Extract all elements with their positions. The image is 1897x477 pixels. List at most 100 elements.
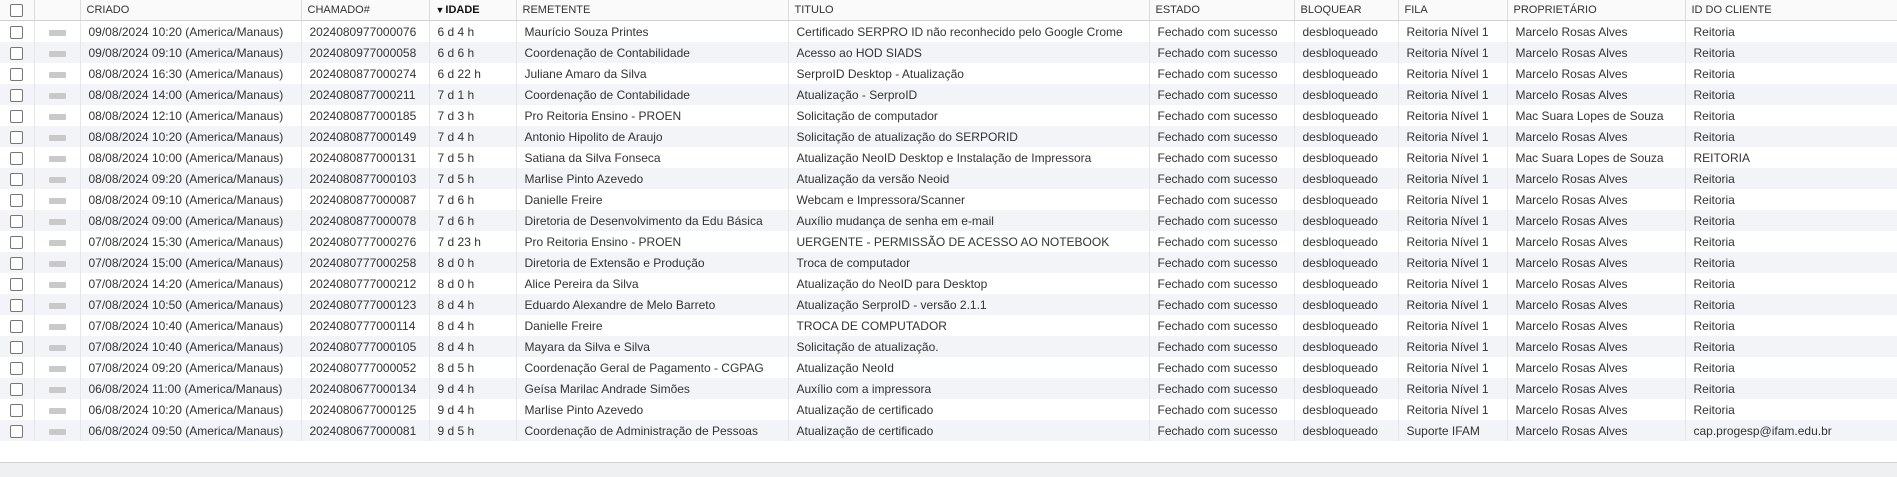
cell-title[interactable]: Solicitação de atualização. [788,336,1150,357]
ticket-priority-icon [48,366,66,373]
cell-title[interactable]: Auxílio com a impressora [788,378,1150,399]
cell-title[interactable]: Atualização da versão Neoid [788,168,1150,189]
row-checkbox[interactable] [10,46,24,60]
cell-ticket-number[interactable]: 2024080877000149 [301,126,430,147]
cell-ticket-number[interactable]: 2024080977000058 [301,42,430,63]
cell-ticket-number[interactable]: 2024080777000258 [301,252,430,273]
cell-ticket-number[interactable]: 2024080877000103 [301,168,430,189]
cell-owner: Mac Suara Lopes de Souza [1507,105,1686,126]
cell-title[interactable]: Solicitação de computador [788,105,1150,126]
row-checkbox[interactable] [10,109,24,123]
cell-ticket-number[interactable]: 2024080777000114 [301,315,430,336]
cell-ticket-number[interactable]: 2024080877000185 [301,105,430,126]
table-row[interactable]: 07/08/2024 09:20 (America/Manaus) 2024080… [0,357,1897,378]
row-checkbox[interactable] [10,25,24,39]
cell-title[interactable]: Atualização SerproID - versão 2.1.1 [788,294,1150,315]
table-row[interactable]: 07/08/2024 15:30 (America/Manaus) 2024080… [0,231,1897,252]
table-row[interactable]: 07/08/2024 14:20 (America/Manaus) 2024080… [0,273,1897,294]
cell-age: 9 d 4 h [429,378,517,399]
header-sender[interactable]: REMETENTE [516,0,789,21]
cell-ticket-number[interactable]: 2024080977000076 [301,20,430,42]
cell-ticket-number[interactable]: 2024080777000052 [301,357,430,378]
ticket-priority-icon [48,177,66,184]
row-checkbox[interactable] [10,172,24,186]
cell-title[interactable]: TROCA DE COMPUTADOR [788,315,1150,336]
table-row[interactable]: 08/08/2024 09:00 (America/Manaus) 2024080… [0,210,1897,231]
row-checkbox[interactable] [10,67,24,81]
header-title[interactable]: TITULO [788,0,1150,21]
table-row[interactable]: 08/08/2024 12:10 (America/Manaus) 2024080… [0,105,1897,126]
table-row[interactable]: 08/08/2024 09:10 (America/Manaus) 2024080… [0,189,1897,210]
row-checkbox[interactable] [10,277,24,291]
cell-title[interactable]: Atualização - SerproID [788,84,1150,105]
cell-title[interactable]: Atualização de certificado [788,399,1150,420]
table-row[interactable]: 06/08/2024 11:00 (America/Manaus) 2024080… [0,378,1897,399]
table-row[interactable]: 08/08/2024 16:30 (America/Manaus) 2024080… [0,63,1897,84]
row-checkbox[interactable] [10,424,24,438]
header-owner[interactable]: PROPRIETÁRIO [1507,0,1686,21]
row-checkbox[interactable] [10,88,24,102]
header-created[interactable]: CRIADO [80,0,302,21]
table-row[interactable]: 06/08/2024 10:20 (America/Manaus) 2024080… [0,399,1897,420]
row-checkbox[interactable] [10,319,24,333]
cell-title[interactable]: Atualização NeoId [788,357,1150,378]
header-age[interactable]: ▼IDADE [429,0,517,21]
cell-title[interactable]: Atualização NeoID Desktop e Instalação d… [788,147,1150,168]
cell-ticket-number[interactable]: 2024080777000276 [301,231,430,252]
cell-ticket-number[interactable]: 2024080877000274 [301,63,430,84]
cell-ticket-number[interactable]: 2024080777000212 [301,273,430,294]
cell-title[interactable]: Acesso ao HOD SIADS [788,42,1150,63]
row-checkbox[interactable] [10,256,24,270]
row-checkbox[interactable] [10,403,24,417]
header-state[interactable]: ESTADO [1149,0,1295,21]
table-row[interactable]: 07/08/2024 10:40 (America/Manaus) 2024080… [0,315,1897,336]
table-row[interactable]: 08/08/2024 10:00 (America/Manaus) 2024080… [0,147,1897,168]
header-ticket[interactable]: CHAMADO# [301,0,430,21]
table-row[interactable]: 06/08/2024 09:50 (America/Manaus) 2024080… [0,420,1897,441]
cell-ticket-number[interactable]: 2024080877000211 [301,84,430,105]
row-select-cell [0,315,35,336]
cell-title[interactable]: SerproID Desktop - Atualização [788,63,1150,84]
header-lock[interactable]: BLOQUEAR [1294,0,1399,21]
table-row[interactable]: 08/08/2024 09:20 (America/Manaus) 2024080… [0,168,1897,189]
cell-title[interactable]: Troca de computador [788,252,1150,273]
table-row[interactable]: 08/08/2024 14:00 (America/Manaus) 2024080… [0,84,1897,105]
cell-ticket-number[interactable]: 2024080677000081 [301,420,430,441]
cell-title[interactable]: UERGENTE - PERMISSÃO DE ACESSO AO NOTEBO… [788,231,1150,252]
table-row[interactable]: 07/08/2024 15:00 (America/Manaus) 2024080… [0,252,1897,273]
table-row[interactable]: 09/08/2024 09:10 (America/Manaus) 2024080… [0,42,1897,63]
row-checkbox[interactable] [10,214,24,228]
cell-title[interactable]: Atualização do NeoID para Desktop [788,273,1150,294]
row-checkbox[interactable] [10,340,24,354]
table-row[interactable]: 08/08/2024 10:20 (America/Manaus) 2024080… [0,126,1897,147]
cell-customer-id: cap.progesp@ifam.edu.br [1685,420,1897,441]
cell-ticket-number[interactable]: 2024080877000087 [301,189,430,210]
row-checkbox[interactable] [10,298,24,312]
cell-ticket-number[interactable]: 2024080777000123 [301,294,430,315]
select-all-checkbox[interactable] [10,3,24,17]
table-row[interactable]: 07/08/2024 10:50 (America/Manaus) 2024080… [0,294,1897,315]
header-queue[interactable]: FILA [1398,0,1508,21]
cell-title[interactable]: Solicitação de atualização do SERPORID [788,126,1150,147]
header-customer-id[interactable]: ID DO CLIENTE [1685,0,1897,21]
cell-queue: Reitoria Nível 1 [1398,168,1508,189]
cell-ticket-number[interactable]: 2024080877000131 [301,147,430,168]
cell-ticket-number[interactable]: 2024080777000105 [301,336,430,357]
row-checkbox[interactable] [10,193,24,207]
cell-title[interactable]: Webcam e Impressora/Scanner [788,189,1150,210]
cell-title[interactable]: Auxílio mudança de senha em e-mail [788,210,1150,231]
cell-ticket-number[interactable]: 2024080677000134 [301,378,430,399]
cell-title[interactable]: Atualização de certificado [788,420,1150,441]
row-checkbox[interactable] [10,361,24,375]
cell-ticket-number[interactable]: 2024080877000078 [301,210,430,231]
cell-title[interactable]: Certificado SERPRO ID não reconhecido pe… [788,20,1150,42]
table-row[interactable]: 09/08/2024 10:20 (America/Manaus) 2024080… [0,20,1897,42]
table-row[interactable]: 07/08/2024 10:40 (America/Manaus) 2024080… [0,336,1897,357]
row-checkbox[interactable] [10,130,24,144]
cell-owner: Marcelo Rosas Alves [1507,357,1686,378]
row-checkbox[interactable] [10,235,24,249]
cell-ticket-number[interactable]: 2024080677000125 [301,399,430,420]
horizontal-scrollbar[interactable] [0,462,1897,477]
row-checkbox[interactable] [10,382,24,396]
row-checkbox[interactable] [10,151,24,165]
